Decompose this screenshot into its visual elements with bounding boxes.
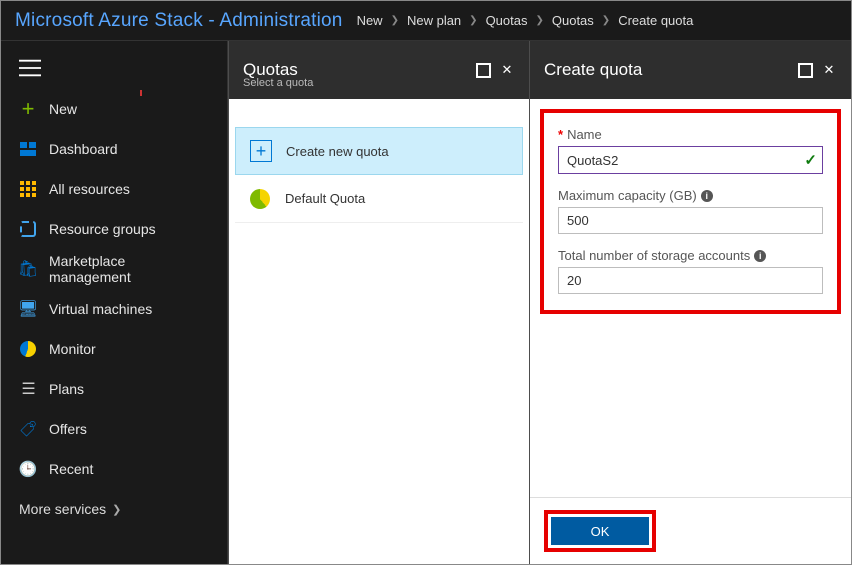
quota-item-default[interactable]: Default Quota	[235, 175, 523, 223]
sidebar-item-label: Dashboard	[49, 141, 118, 157]
quota-item-label: Create new quota	[286, 144, 389, 159]
close-button[interactable]: ✕	[821, 62, 837, 78]
field-max-capacity: Maximum capacity (GB) i	[558, 188, 823, 234]
dashboard-icon	[20, 142, 36, 156]
more-services-link[interactable]: More services ❯	[1, 489, 227, 529]
monitor-icon: 🖥	[19, 300, 37, 318]
sidebar-item-recent[interactable]: 🕒 Recent	[1, 449, 227, 489]
sidebar-item-label: Offers	[49, 421, 87, 437]
chevron-right-icon: ❯	[602, 15, 610, 26]
blade-subtitle: Select a quota	[243, 77, 313, 89]
grid-icon	[20, 181, 36, 197]
ok-highlight-frame: OK	[544, 510, 656, 552]
sidebar-item-label: Recent	[49, 461, 93, 477]
sidebar-item-dashboard[interactable]: Dashboard	[1, 129, 227, 169]
chevron-right-icon: ❯	[469, 15, 477, 26]
name-input[interactable]	[558, 146, 823, 174]
form-highlight-frame: * Name ✓ Maximum capacity (GB) i	[540, 109, 841, 314]
max-capacity-input[interactable]	[558, 207, 823, 234]
ok-button[interactable]: OK	[551, 517, 649, 545]
gauge-icon	[20, 341, 36, 357]
blade-quotas: Quotas Select a quota ✕ + Create new quo…	[228, 41, 529, 564]
field-label-text: Name	[567, 127, 602, 142]
sidebar-item-monitor[interactable]: Monitor	[1, 329, 227, 369]
hamburger-button[interactable]	[1, 47, 227, 89]
breadcrumb-item[interactable]: Quotas	[486, 13, 528, 28]
field-label-text: Total number of storage accounts	[558, 248, 750, 263]
blade-footer: OK	[530, 497, 851, 564]
info-icon[interactable]: i	[701, 190, 713, 202]
required-mark: *	[558, 127, 563, 142]
blade-header: Quotas Select a quota ✕	[229, 41, 529, 99]
sidebar-item-label: All resources	[49, 181, 130, 197]
plus-icon: +	[19, 100, 37, 118]
breadcrumb-item[interactable]: Quotas	[552, 13, 594, 28]
close-button[interactable]: ✕	[499, 62, 515, 78]
chevron-right-icon: ❯	[391, 15, 399, 26]
sidebar-item-label: Marketplace management	[49, 253, 209, 285]
sidebar-item-label: New	[49, 101, 77, 117]
breadcrumb-item[interactable]: New plan	[407, 13, 461, 28]
sidebar-item-virtual-machines[interactable]: 🖥 Virtual machines	[1, 289, 227, 329]
maximize-button[interactable]	[797, 62, 813, 78]
sidebar-item-label: Monitor	[49, 341, 96, 357]
maximize-button[interactable]	[475, 62, 491, 78]
field-name: * Name ✓	[558, 127, 823, 174]
quota-item-label: Default Quota	[285, 191, 365, 206]
sidebar-item-label: Virtual machines	[49, 301, 152, 317]
resource-group-icon	[20, 221, 36, 237]
breadcrumb: New ❯ New plan ❯ Quotas ❯ Quotas ❯ Create qu…	[357, 13, 694, 28]
sidebar-item-plans[interactable]: ☰ Plans	[1, 369, 227, 409]
chevron-right-icon: ❯	[535, 15, 543, 26]
clock-icon: 🕒	[19, 460, 37, 478]
check-icon: ✓	[804, 151, 817, 169]
sidebar-item-all-resources[interactable]: All resources	[1, 169, 227, 209]
hamburger-icon	[19, 59, 41, 77]
list-icon: ☰	[19, 380, 37, 398]
field-label-text: Maximum capacity (GB)	[558, 188, 697, 203]
chevron-right-icon: ❯	[112, 503, 121, 516]
top-bar: Microsoft Azure Stack - Administration N…	[1, 1, 851, 41]
quota-item-create-new[interactable]: + Create new quota	[235, 127, 523, 175]
blade-create-quota: Create quota ✕ * Name ✓	[529, 41, 851, 564]
indicator-mark	[140, 90, 142, 96]
sidebar-item-resource-groups[interactable]: Resource groups	[1, 209, 227, 249]
blade-title: Create quota	[544, 60, 642, 80]
plus-box-icon: +	[250, 140, 272, 162]
shopping-bag-icon: 🛍	[19, 260, 37, 278]
breadcrumb-item[interactable]: Create quota	[618, 13, 693, 28]
sidebar: + New Dashboard All resources Resource g…	[1, 41, 228, 564]
storage-accounts-input[interactable]	[558, 267, 823, 294]
pie-icon	[250, 189, 270, 209]
breadcrumb-item[interactable]: New	[357, 13, 383, 28]
sidebar-item-new[interactable]: + New	[1, 89, 227, 129]
sidebar-item-marketplace[interactable]: 🛍 Marketplace management	[1, 249, 227, 289]
tag-icon: 🏷	[19, 420, 37, 438]
more-services-label: More services	[19, 501, 106, 517]
blade-header: Create quota ✕	[530, 41, 851, 99]
sidebar-item-label: Resource groups	[49, 221, 156, 237]
info-icon[interactable]: i	[754, 250, 766, 262]
sidebar-item-offers[interactable]: 🏷 Offers	[1, 409, 227, 449]
sidebar-item-label: Plans	[49, 381, 84, 397]
brand-title[interactable]: Microsoft Azure Stack - Administration	[15, 10, 343, 32]
field-storage-accounts: Total number of storage accounts i	[558, 248, 823, 294]
